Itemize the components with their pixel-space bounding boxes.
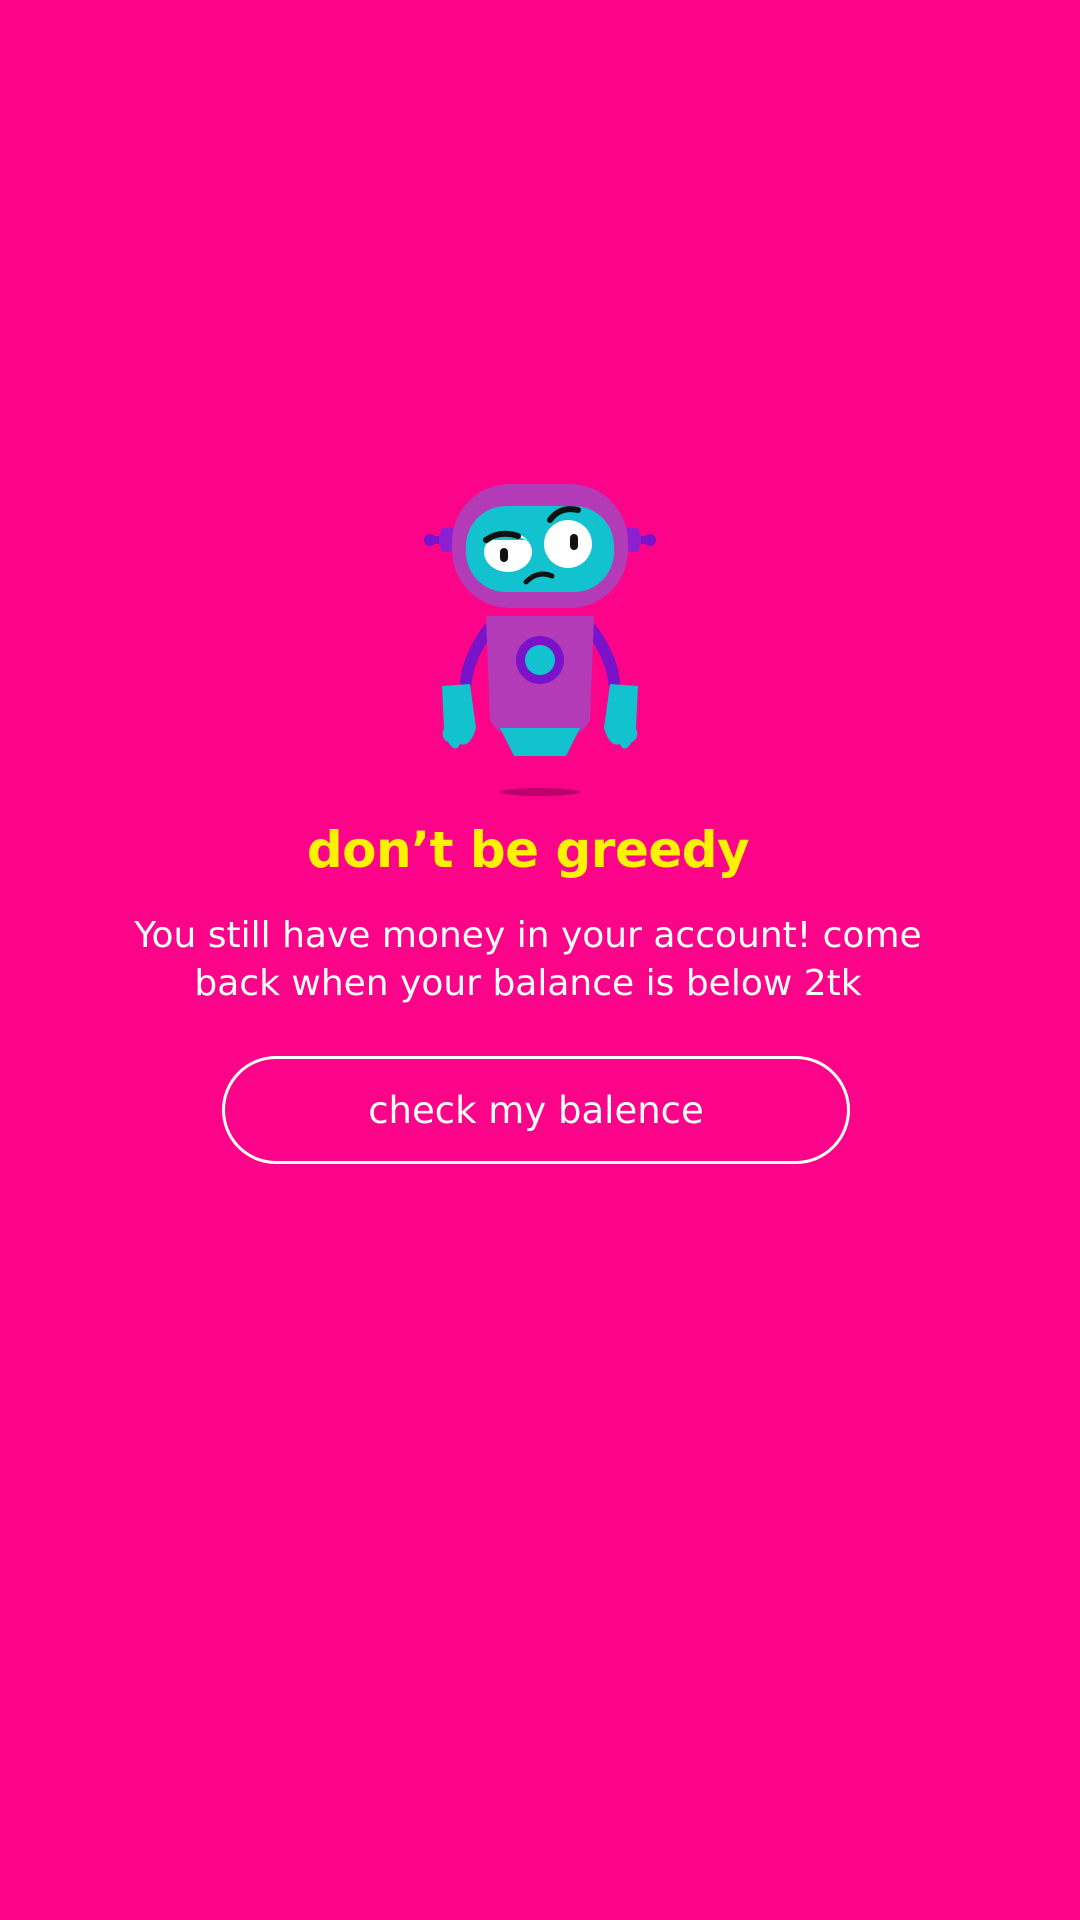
check-balance-button[interactable]: check my balence [222,1056,850,1164]
balance-message: You still have money in your account! co… [134,915,922,1004]
page-title: don’t be greedy [306,821,750,879]
robot-confused-icon [420,470,660,810]
check-balance-label: check my balence [368,1088,704,1132]
greedy-warning-screen: don’t be greedy You still have money in … [0,0,1080,1920]
